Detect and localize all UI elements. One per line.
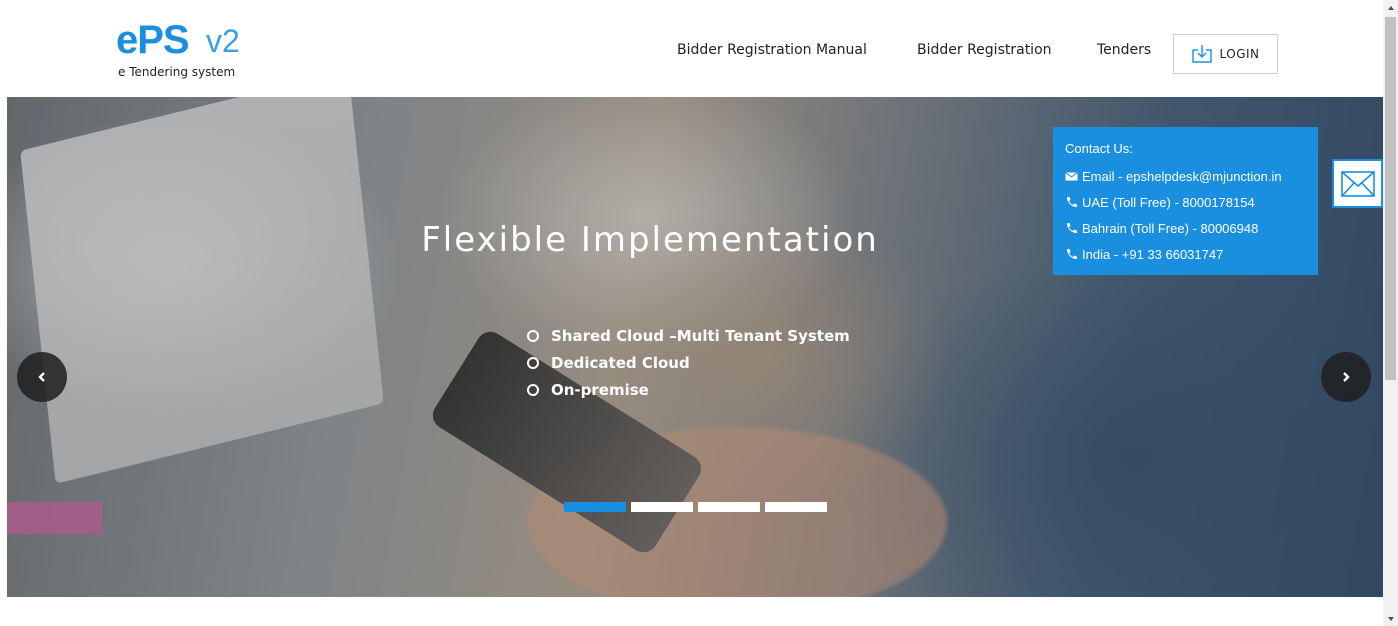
circle-bullet-icon — [527, 383, 539, 396]
scroll-down-button[interactable] — [1383, 611, 1398, 626]
scroll-thumb[interactable] — [1385, 17, 1396, 380]
logo-tagline: e Tendering system — [118, 65, 236, 79]
nav-tenders[interactable]: Tenders — [1097, 42, 1151, 58]
circle-bullet-icon — [527, 356, 539, 369]
login-label: LOGIN — [1219, 47, 1260, 61]
eps-logo[interactable]: ePS v2 e Tendering system — [116, 20, 266, 82]
chevron-left-icon — [38, 372, 45, 382]
hero-bullet-list: Shared Cloud –Multi Tenant System Dedica… — [527, 322, 850, 403]
carousel-indicator-1[interactable] — [564, 502, 626, 512]
nav-bidder-registration[interactable]: Bidder Registration — [917, 42, 1052, 58]
contact-title: Contact Us: — [1065, 141, 1133, 156]
triangle-up-icon — [1387, 5, 1394, 10]
contact-bahrain-row: Bahrain (Toll Free) - 80006948 — [1065, 215, 1306, 241]
hero-decor — [7, 502, 102, 534]
list-item: Dedicated Cloud — [527, 349, 850, 376]
contact-uae-row: UAE (Toll Free) - 8000178154 — [1065, 189, 1306, 215]
phone-icon — [1065, 222, 1078, 235]
list-item: Shared Cloud –Multi Tenant System — [527, 322, 850, 349]
carousel-indicators — [564, 502, 827, 512]
envelope-icon — [1065, 170, 1078, 183]
logo-mark: ePS — [116, 18, 190, 62]
scroll-up-button[interactable] — [1383, 0, 1398, 15]
carousel-indicator-3[interactable] — [698, 502, 760, 512]
logo-version: v2 — [206, 23, 240, 59]
bullet-text: On-premise — [551, 380, 649, 399]
site-header: ePS v2 e Tendering system Bidder Registr… — [0, 0, 1383, 97]
contact-bahrain: Bahrain (Toll Free) - 80006948 — [1082, 220, 1259, 236]
carousel-indicator-2[interactable] — [631, 502, 693, 512]
bullet-text: Dedicated Cloud — [551, 353, 690, 372]
contact-uae: UAE (Toll Free) - 8000178154 — [1082, 194, 1255, 210]
login-download-icon — [1191, 44, 1213, 64]
triangle-down-icon — [1387, 616, 1394, 621]
phone-icon — [1065, 248, 1078, 261]
list-item: On-premise — [527, 376, 850, 403]
hero-hand-image — [527, 427, 947, 597]
phone-icon — [1065, 196, 1078, 209]
contact-email: Email - epshelpdesk@mjunction.in — [1082, 168, 1282, 184]
hero-laptop-image — [20, 97, 384, 484]
floating-mail-button[interactable] — [1332, 159, 1383, 208]
contact-india: India - +91 33 66031747 — [1082, 246, 1224, 262]
carousel-next-button[interactable] — [1321, 352, 1371, 402]
chevron-right-icon — [1343, 372, 1350, 382]
contact-box: Contact Us: Email - epshelpdesk@mjunctio… — [1053, 127, 1318, 275]
nav-bidder-registration-manual[interactable]: Bidder Registration Manual — [677, 42, 867, 58]
hero-carousel: Flexible Implementation Shared Cloud –Mu… — [7, 97, 1383, 597]
bullet-text: Shared Cloud –Multi Tenant System — [551, 326, 850, 345]
circle-bullet-icon — [527, 329, 539, 342]
carousel-indicator-4[interactable] — [765, 502, 827, 512]
envelope-icon — [1340, 170, 1375, 197]
carousel-prev-button[interactable] — [17, 352, 67, 402]
contact-india-row: India - +91 33 66031747 — [1065, 241, 1306, 267]
contact-email-row[interactable]: Email - epshelpdesk@mjunction.in — [1065, 163, 1306, 189]
page-scrollbar[interactable] — [1383, 0, 1398, 626]
login-button[interactable]: LOGIN — [1173, 34, 1278, 74]
